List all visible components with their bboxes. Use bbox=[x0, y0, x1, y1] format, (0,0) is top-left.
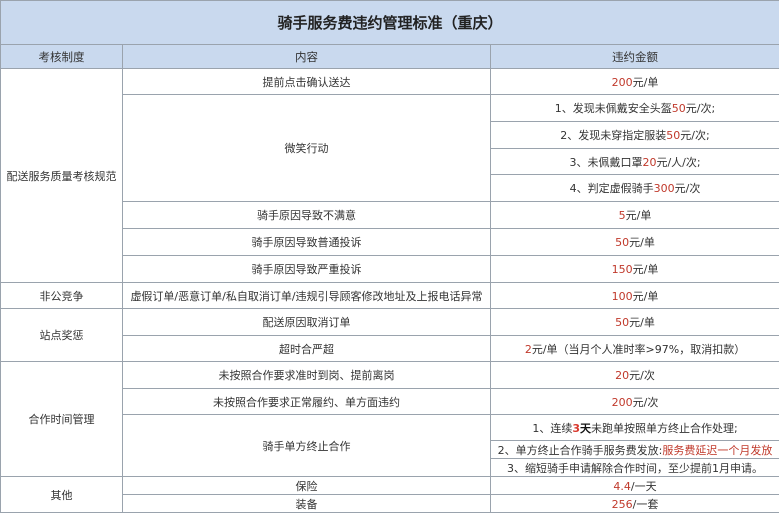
amount-segment: 100 bbox=[612, 290, 633, 303]
amount-segment: 元/人/次; bbox=[656, 156, 700, 169]
amount-segment: 150 bbox=[612, 263, 633, 276]
amount-cell: 5元/单 bbox=[491, 202, 779, 229]
amount-cell: 4、判定虚假骑手300元/次 bbox=[491, 175, 779, 202]
amount-segment: 256 bbox=[612, 498, 633, 511]
content-cell: 超时合严超 bbox=[123, 336, 491, 362]
content-cell: 骑手原因导致严重投诉 bbox=[123, 256, 491, 283]
amount-segment: 服务费延迟一个月发放 bbox=[662, 444, 772, 457]
amount-cell: 50元/单 bbox=[491, 309, 779, 336]
amount-cell: 2元/单（当月个人准时率>97%，取消扣款） bbox=[491, 336, 779, 362]
amount-segment: 50 bbox=[615, 316, 629, 329]
amount-cell: 200元/单 bbox=[491, 69, 779, 95]
category-cell: 非公竞争 bbox=[1, 283, 123, 309]
content-cell: 骑手单方终止合作 bbox=[123, 415, 491, 477]
amount-cell: 20元/次 bbox=[491, 362, 779, 389]
amount-segment: 元/单 bbox=[629, 316, 655, 329]
amount-segment: 元/单 bbox=[629, 236, 655, 249]
amount-segment: 4.4 bbox=[613, 480, 631, 493]
amount-cell: 150元/单 bbox=[491, 256, 779, 283]
amount-segment: 2 bbox=[525, 343, 532, 356]
amount-segment: 1、连续 bbox=[532, 422, 572, 435]
amount-segment: /一套 bbox=[633, 498, 659, 511]
amount-segment: 元/次 bbox=[633, 396, 659, 409]
category-cell: 合作时间管理 bbox=[1, 362, 123, 477]
amount-cell: 3、缩短骑手申请解除合作时间，至少提前1月申请。 bbox=[491, 459, 779, 477]
amount-cell: 2、发现未穿指定服装50元/次; bbox=[491, 122, 779, 149]
header-content: 内容 bbox=[123, 45, 491, 69]
content-cell: 微笑行动 bbox=[123, 95, 491, 202]
content-cell: 提前点击确认送达 bbox=[123, 69, 491, 95]
penalty-standards-table: 骑手服务费违约管理标准（重庆） 考核制度 内容 违约金额 配送服务质量考核规范提… bbox=[0, 0, 779, 513]
content-cell: 骑手原因导致不满意 bbox=[123, 202, 491, 229]
category-cell: 配送服务质量考核规范 bbox=[1, 69, 123, 283]
amount-segment: 元/单 bbox=[633, 290, 659, 303]
table-row: 合作时间管理未按照合作要求准时到岗、提前离岗20元/次 bbox=[1, 362, 779, 389]
content-cell: 配送原因取消订单 bbox=[123, 309, 491, 336]
amount-segment: 3、未佩戴口罩 bbox=[569, 156, 642, 169]
amount-cell: 4.4/一天 bbox=[491, 477, 779, 495]
amount-segment: 元/单 bbox=[633, 76, 659, 89]
amount-cell: 256/一套 bbox=[491, 495, 779, 513]
amount-segment: 元/次 bbox=[675, 182, 701, 195]
amount-cell: 1、连续3天未跑单按照单方终止合作处理; bbox=[491, 415, 779, 441]
content-cell: 未按照合作要求准时到岗、提前离岗 bbox=[123, 362, 491, 389]
table-row: 配送服务质量考核规范提前点击确认送达200元/单 bbox=[1, 69, 779, 95]
table-row: 站点奖惩配送原因取消订单50元/单 bbox=[1, 309, 779, 336]
table-row: 其他保险4.4/一天 bbox=[1, 477, 779, 495]
amount-cell: 200元/次 bbox=[491, 389, 779, 415]
amount-segment: 元/次; bbox=[686, 102, 715, 115]
amount-cell: 2、单方终止合作骑手服务费发放:服务费延迟一个月发放 bbox=[491, 441, 779, 459]
amount-segment: 5 bbox=[619, 209, 626, 222]
amount-segment: 天 bbox=[580, 422, 591, 435]
content-cell: 未按照合作要求正常履约、单方面违约 bbox=[123, 389, 491, 415]
header-amount: 违约金额 bbox=[491, 45, 779, 69]
amount-segment: 200 bbox=[612, 76, 633, 89]
amount-segment: 元/次 bbox=[629, 369, 655, 382]
amount-cell: 100元/单 bbox=[491, 283, 779, 309]
table-title: 骑手服务费违约管理标准（重庆） bbox=[1, 1, 779, 45]
amount-segment: 元/单（当月个人准时率>97%，取消扣款） bbox=[532, 343, 745, 356]
table-row: 非公竞争虚假订单/恶意订单/私自取消订单/违规引导顾客修改地址及上报电话异常10… bbox=[1, 283, 779, 309]
category-cell: 站点奖惩 bbox=[1, 309, 123, 362]
amount-segment: 元/次; bbox=[680, 129, 709, 142]
amount-segment: 20 bbox=[615, 369, 629, 382]
content-cell: 保险 bbox=[123, 477, 491, 495]
content-cell: 虚假订单/恶意订单/私自取消订单/违规引导顾客修改地址及上报电话异常 bbox=[123, 283, 491, 309]
amount-segment: 3、缩短骑手申请解除合作时间，至少提前1月申请。 bbox=[507, 462, 763, 475]
amount-segment: 50 bbox=[615, 236, 629, 249]
amount-segment: 300 bbox=[654, 182, 675, 195]
amount-segment: /一天 bbox=[631, 480, 657, 493]
amount-segment: 3 bbox=[572, 422, 580, 435]
amount-segment: 未跑单按照单方终止合作处理; bbox=[591, 422, 738, 435]
amount-cell: 1、发现未佩戴安全头盔50元/次; bbox=[491, 95, 779, 122]
category-cell: 其他 bbox=[1, 477, 123, 513]
amount-segment: 2、单方终止合作骑手服务费发放: bbox=[498, 444, 663, 457]
amount-segment: 4、判定虚假骑手 bbox=[570, 182, 654, 195]
header-category: 考核制度 bbox=[1, 45, 123, 69]
amount-segment: 50 bbox=[672, 102, 686, 115]
amount-segment: 50 bbox=[666, 129, 680, 142]
amount-segment: 2、发现未穿指定服装 bbox=[560, 129, 666, 142]
amount-cell: 3、未佩戴口罩20元/人/次; bbox=[491, 149, 779, 175]
amount-segment: 元/单 bbox=[633, 263, 659, 276]
amount-cell: 50元/单 bbox=[491, 229, 779, 256]
amount-segment: 200 bbox=[612, 396, 633, 409]
amount-segment: 1、发现未佩戴安全头盔 bbox=[555, 102, 672, 115]
amount-segment: 20 bbox=[642, 156, 656, 169]
content-cell: 骑手原因导致普通投诉 bbox=[123, 229, 491, 256]
amount-segment: 元/单 bbox=[626, 209, 652, 222]
content-cell: 装备 bbox=[123, 495, 491, 513]
